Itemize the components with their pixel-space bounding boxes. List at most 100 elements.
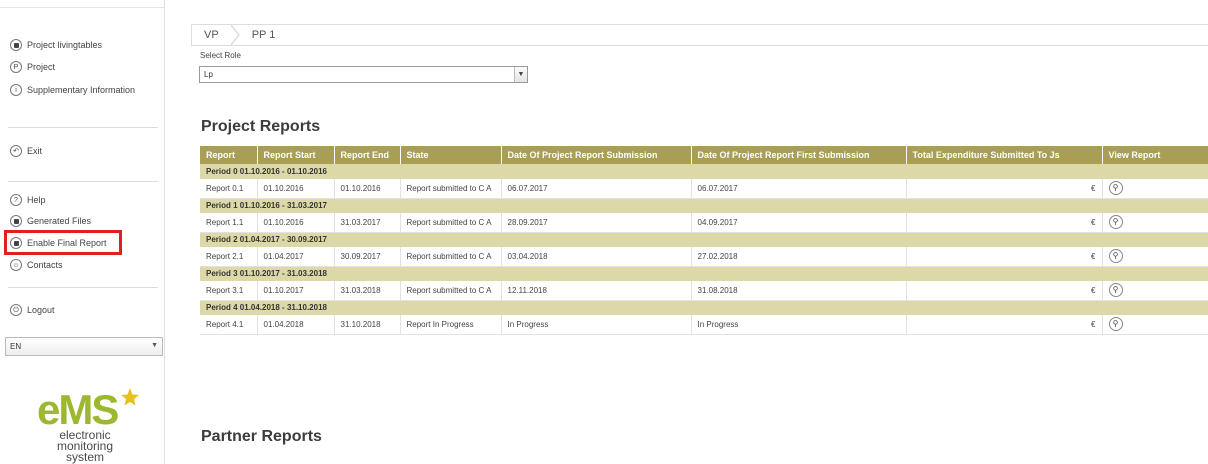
role-select[interactable]: Lp ▼ — [199, 66, 528, 83]
view-report-icon[interactable]: ⚲ — [1108, 283, 1123, 298]
ems-logo: eMS electronic monitoring system — [35, 388, 155, 464]
cell-view-report: ⚲ — [1102, 179, 1208, 199]
divider — [8, 127, 158, 128]
sidebar-item-help[interactable]: ? Help — [10, 192, 46, 208]
cell-report-start: 01.10.2016 — [257, 179, 335, 199]
cell-report: Report 1.1 — [200, 213, 258, 233]
cell-view-report: ⚲ — [1102, 315, 1208, 335]
column-header-first-submission-date[interactable]: Date Of Project Report First Submission — [691, 146, 907, 164]
select-role-label: Select Role — [200, 51, 241, 60]
view-report-icon[interactable]: ⚲ — [1108, 249, 1123, 264]
table-row: Report 1.1 01.10.2016 31.03.2017 Report … — [200, 213, 1208, 233]
column-header-view-report[interactable]: View Report — [1102, 146, 1208, 164]
cell-total-expenditure: € — [906, 213, 1103, 233]
period-row: Period 2 01.04.2017 - 30.09.2017 — [200, 232, 1208, 247]
cell-state: Report submitted to C A — [400, 247, 502, 267]
column-header-report-start[interactable]: Report Start — [257, 146, 335, 164]
sidebar-item-exit[interactable]: ↶ Exit — [10, 143, 42, 159]
sidebar: Project livingtables P Project i Supplem… — [0, 0, 165, 464]
sidebar-item-project-livingtables[interactable]: Project livingtables — [10, 37, 102, 53]
breadcrumb-item-pp1[interactable]: PP 1 — [240, 25, 288, 45]
cell-submission-date: In Progress — [501, 315, 692, 335]
breadcrumb-item-vp[interactable]: VP — [192, 25, 231, 45]
sidebar-item-project[interactable]: P Project — [10, 59, 55, 75]
table-header-row: Report Report Start Report End State Dat… — [200, 146, 1208, 164]
view-report-icon[interactable]: ⚲ — [1108, 317, 1123, 332]
table-row: Report 0.1 01.10.2016 01.10.2016 Report … — [200, 179, 1208, 199]
language-value: EN — [10, 342, 22, 351]
help-icon: ? — [10, 194, 22, 206]
cell-submission-date: 12.11.2018 — [501, 281, 692, 301]
view-report-icon[interactable]: ⚲ — [1108, 181, 1123, 196]
sidebar-item-label: Generated Files — [27, 216, 92, 226]
project-reports-title: Project Reports — [201, 118, 321, 135]
table-icon — [10, 39, 22, 51]
cell-state: Report In Progress — [400, 315, 502, 335]
info-icon: i — [10, 84, 22, 96]
exit-icon: ↶ — [10, 145, 22, 157]
logout-icon: ⏻ — [10, 304, 22, 316]
cell-view-report: ⚲ — [1102, 247, 1208, 267]
breadcrumb: VP PP 1 — [191, 24, 1208, 46]
divider — [8, 287, 158, 288]
cell-total-expenditure: € — [906, 281, 1103, 301]
language-select[interactable]: EN ▼ — [5, 337, 163, 356]
partner-reports-title: Partner Reports — [201, 428, 322, 445]
period-label: Period 1 01.10.2016 - 31.03.2017 — [200, 198, 1208, 213]
cell-report-start: 01.10.2016 — [257, 213, 335, 233]
cell-state: Report submitted to C A — [400, 213, 502, 233]
cell-report: Report 4.1 — [200, 315, 258, 335]
cell-total-expenditure: € — [906, 179, 1103, 199]
role-select-value: Lp — [204, 70, 213, 79]
cell-report: Report 0.1 — [200, 179, 258, 199]
sidebar-item-label: Exit — [27, 146, 43, 156]
project-icon: P — [10, 61, 22, 73]
period-label: Period 4 01.04.2018 - 31.10.2018 — [200, 300, 1208, 315]
cell-report: Report 3.1 — [200, 281, 258, 301]
column-header-state[interactable]: State — [400, 146, 502, 164]
cell-first-submission-date: In Progress — [691, 315, 907, 335]
sidebar-item-logout[interactable]: ⏻ Logout — [10, 302, 55, 318]
column-header-report-end[interactable]: Report End — [334, 146, 401, 164]
sidebar-item-supplementary-information[interactable]: i Supplementary Information — [10, 82, 135, 98]
cell-submission-date: 28.09.2017 — [501, 213, 692, 233]
chevron-down-icon[interactable]: ▼ — [514, 67, 527, 82]
cell-first-submission-date: 04.09.2017 — [691, 213, 907, 233]
sidebar-item-label: Project livingtables — [27, 40, 103, 50]
cell-report-end: 01.10.2016 — [334, 179, 401, 199]
highlight-box — [4, 230, 122, 255]
cell-state: Report submitted to C A — [400, 179, 502, 199]
sidebar-item-label: Supplementary Information — [27, 85, 136, 95]
cell-report-start: 01.04.2017 — [257, 247, 335, 267]
cell-view-report: ⚲ — [1102, 213, 1208, 233]
column-header-total-expenditure[interactable]: Total Expenditure Submitted To Js — [906, 146, 1103, 164]
cell-submission-date: 06.07.2017 — [501, 179, 692, 199]
cell-first-submission-date: 31.08.2018 — [691, 281, 907, 301]
cell-submission-date: 03.04.2018 — [501, 247, 692, 267]
contacts-icon: ☺ — [10, 259, 22, 271]
ems-logo-mark: eMS — [37, 388, 139, 428]
sidebar-top-border — [0, 0, 165, 8]
cell-report-end: 31.03.2018 — [334, 281, 401, 301]
table-row: Report 2.1 01.04.2017 30.09.2017 Report … — [200, 247, 1208, 267]
sidebar-item-generated-files[interactable]: Generated Files — [10, 213, 91, 229]
column-header-submission-date[interactable]: Date Of Project Report Submission — [501, 146, 692, 164]
sidebar-item-contacts[interactable]: ☺ Contacts — [10, 257, 63, 273]
column-header-report[interactable]: Report — [200, 146, 258, 164]
period-label: Period 0 01.10.2016 - 01.10.2016 — [200, 164, 1208, 179]
logo-line-3: system — [65, 450, 104, 464]
cell-report-end: 31.10.2018 — [334, 315, 401, 335]
table-row: Report 4.1 01.04.2018 31.10.2018 Report … — [200, 315, 1208, 335]
view-report-icon[interactable]: ⚲ — [1108, 215, 1123, 230]
cell-total-expenditure: € — [906, 315, 1103, 335]
sidebar-item-label: Contacts — [27, 260, 63, 270]
period-label: Period 2 01.04.2017 - 30.09.2017 — [200, 232, 1208, 247]
sidebar-item-label: Project — [27, 62, 56, 72]
table-row: Report 3.1 01.10.2017 31.03.2018 Report … — [200, 281, 1208, 301]
project-reports-table: Report Report Start Report End State Dat… — [200, 146, 1208, 335]
cell-report: Report 2.1 — [200, 247, 258, 267]
logo-brand-text: eMS — [37, 388, 118, 428]
sidebar-item-label: Logout — [27, 305, 55, 315]
cell-total-expenditure: € — [906, 247, 1103, 267]
logo-star-icon — [121, 388, 139, 406]
